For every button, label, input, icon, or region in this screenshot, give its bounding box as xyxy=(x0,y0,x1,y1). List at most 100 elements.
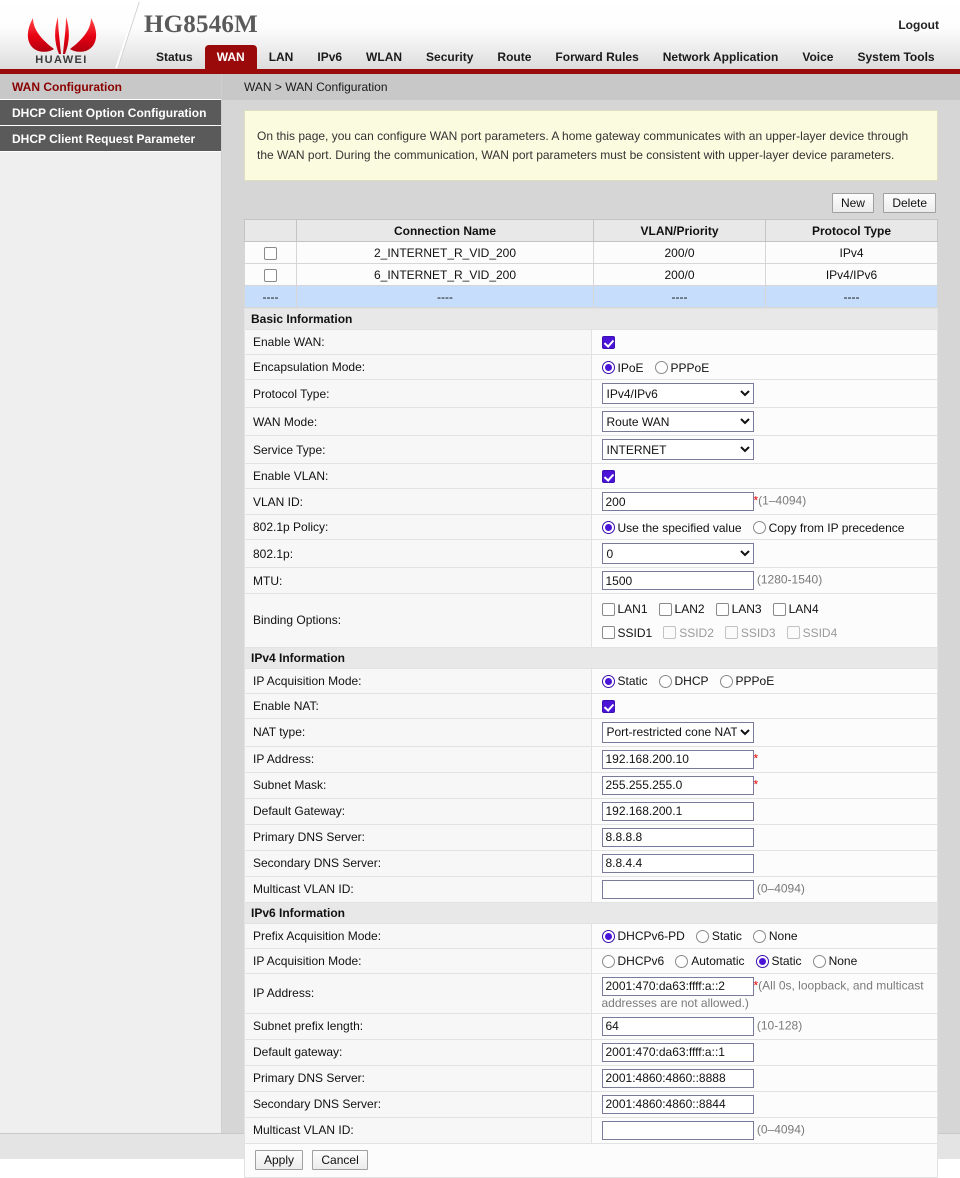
ipv4-acquisition-mode-option-pppoe[interactable]: PPPoE xyxy=(719,673,774,688)
enable-nat-checkbox[interactable] xyxy=(601,699,615,713)
ipv6-acquisition-mode-option-automatic[interactable]: Automatic xyxy=(675,953,745,968)
row-ipv4-primary-dns: Primary DNS Server: xyxy=(244,823,938,851)
ipv6-acquisition-mode-option-static[interactable]: Static xyxy=(755,953,802,969)
row-placeholder-cell[interactable]: ---- xyxy=(244,285,297,309)
ipv6-acquisition-mode-radio[interactable] xyxy=(812,954,826,968)
subnet-mask-input[interactable] xyxy=(601,775,754,795)
encapsulation-mode-option-ipoe[interactable]: IPoE xyxy=(601,360,644,375)
encapsulation-mode-radio[interactable] xyxy=(601,361,615,375)
cancel-button[interactable]: Cancel xyxy=(312,1149,368,1170)
ipv6-acquisition-mode-radio[interactable] xyxy=(755,954,769,968)
encapsulation-mode-radio[interactable] xyxy=(654,361,668,375)
wan-mode-select[interactable]: Route WANBridge WAN xyxy=(601,411,754,433)
ipv6-prefix-acquisition-mode-option-dhcpv6-pd[interactable]: DHCPv6-PD xyxy=(601,928,685,943)
protocol-type-select[interactable]: IPv4IPv6IPv4/IPv6 xyxy=(601,383,754,405)
nav-item-network-application[interactable]: Network Application xyxy=(651,45,791,69)
row-checkbox[interactable] xyxy=(264,246,277,260)
ipv4-secondary-dns-input[interactable] xyxy=(601,853,754,873)
encapsulation-mode-option-pppoe[interactable]: PPPoE xyxy=(654,360,709,375)
enable-vlan-checkbox[interactable] xyxy=(601,470,615,484)
binding-lan-lan2-checkbox[interactable] xyxy=(658,602,672,616)
row-dot1p-policy: 802.1p Policy: Use the specified value Co… xyxy=(244,514,938,541)
ipv4-acquisition-mode-radio[interactable] xyxy=(658,674,672,688)
ipv4-acquisition-mode-radio[interactable] xyxy=(719,674,733,688)
dot1p-policy-option-label: Use the specified value xyxy=(617,520,742,535)
ipv6-prefix-acquisition-mode-radio[interactable] xyxy=(695,929,709,943)
label-ipv4-address: IP Address: xyxy=(244,745,592,773)
ipv6-gateway-input[interactable] xyxy=(601,1042,754,1062)
dot1p-policy-option-copy-from-ip-precedence[interactable]: Copy from IP precedence xyxy=(752,520,904,535)
dot1p-select[interactable]: 01234567 xyxy=(601,543,754,565)
ipv6-address-input[interactable] xyxy=(601,976,754,996)
nav-item-forward-rules[interactable]: Forward Rules xyxy=(543,45,650,69)
sidebar-item-dhcp-client-request-parameter[interactable]: DHCP Client Request Parameter xyxy=(0,126,221,152)
ipv6-prefix-length-input[interactable] xyxy=(601,1016,754,1036)
ipv4-acquisition-mode-option-dhcp[interactable]: DHCP xyxy=(658,673,709,688)
table-row[interactable]: 2_INTERNET_R_VID_200 200/0 IPv4 xyxy=(244,241,938,265)
ipv6-acquisition-mode-option-none[interactable]: None xyxy=(812,953,857,968)
ipv4-address-input[interactable] xyxy=(601,749,754,769)
ipv6-primary-dns-input[interactable] xyxy=(601,1068,754,1088)
column-header-protocol-type: Protocol Type xyxy=(765,219,938,243)
ipv4-primary-dns-input[interactable] xyxy=(601,827,754,847)
service-type-select[interactable]: INTERNETTR069VOIPOTHER xyxy=(601,439,754,461)
sidebar-item-dhcp-client-option-configuration[interactable]: DHCP Client Option Configuration xyxy=(0,100,221,126)
ipv4-acquisition-mode-option-static[interactable]: Static xyxy=(601,673,648,688)
mtu-input[interactable] xyxy=(601,571,754,591)
binding-lan-lan1[interactable]: LAN1 xyxy=(601,598,648,621)
apply-button[interactable]: Apply xyxy=(255,1149,304,1170)
binding-ssid-ssid1-checkbox[interactable] xyxy=(601,626,615,640)
nav-item-security[interactable]: Security xyxy=(414,45,485,69)
binding-lan-lan2[interactable]: LAN2 xyxy=(658,598,705,621)
nav-item-route[interactable]: Route xyxy=(485,45,543,69)
value-ipv4-primary-dns xyxy=(590,823,938,851)
table-row[interactable]: ---- ---- ---- ---- xyxy=(244,285,938,309)
binding-lan-lan3-checkbox[interactable] xyxy=(715,602,729,616)
ipv6-acquisition-mode-option-label: Static xyxy=(771,954,802,969)
nav-item-system-tools[interactable]: System Tools xyxy=(845,45,946,69)
ipv6-prefix-acquisition-mode-radio[interactable] xyxy=(752,929,766,943)
nav-item-voice[interactable]: Voice xyxy=(790,45,845,69)
column-header-connection-name: Connection Name xyxy=(296,219,594,243)
ipv6-acquisition-mode-radio[interactable] xyxy=(675,954,689,968)
table-row[interactable]: 6_INTERNET_R_VID_200 200/0 IPv4/IPv6 xyxy=(244,263,938,287)
new-button[interactable]: New xyxy=(831,193,874,214)
nav-item-wan[interactable]: WAN xyxy=(204,45,257,69)
vlan-id-input[interactable] xyxy=(601,492,754,512)
logout-link[interactable]: Logout xyxy=(898,18,939,32)
row-select-cell[interactable] xyxy=(244,263,297,287)
binding-ssid-ssid3-label: SSID3 xyxy=(740,625,776,640)
nav-item-status[interactable]: Status xyxy=(144,45,205,69)
dot1p-policy-radio[interactable] xyxy=(601,521,615,535)
ipv6-acquisition-mode-radio[interactable] xyxy=(601,954,615,968)
binding-lan-lan1-checkbox[interactable] xyxy=(601,602,615,616)
column-header-select xyxy=(244,219,297,243)
ipv4-acquisition-mode-radio[interactable] xyxy=(601,674,615,688)
ipv6-prefix-acquisition-mode-radio[interactable] xyxy=(601,929,615,943)
ipv6-secondary-dns-input[interactable] xyxy=(601,1094,754,1114)
binding-lan-lan4-checkbox[interactable] xyxy=(772,602,786,616)
label-ipv6-prefix-acquisition-mode: Prefix Acquisition Mode: xyxy=(244,922,592,949)
row-select-cell[interactable] xyxy=(244,241,297,265)
ipv6-multicast-vlan-input[interactable] xyxy=(601,1120,754,1140)
ipv6-multicast-vlan-hint: (0–4094) xyxy=(756,1122,805,1137)
enable-wan-checkbox[interactable] xyxy=(601,336,615,350)
binding-ssid-ssid1[interactable]: SSID1 xyxy=(601,621,652,644)
nat-type-select[interactable]: Port-restricted cone NATFull cone NATSym… xyxy=(601,721,754,743)
ipv6-prefix-acquisition-mode-option-none[interactable]: None xyxy=(752,928,798,943)
nav-item-ipv6[interactable]: IPv6 xyxy=(305,45,354,69)
label-ipv4-secondary-dns: Secondary DNS Server: xyxy=(244,849,592,877)
ipv4-multicast-vlan-input[interactable] xyxy=(601,879,754,899)
ipv6-acquisition-mode-option-dhcpv6[interactable]: DHCPv6 xyxy=(601,953,664,968)
ipv6-prefix-acquisition-mode-option-static[interactable]: Static xyxy=(695,928,742,943)
dot1p-policy-option-use-the-specified-value[interactable]: Use the specified value xyxy=(601,520,742,535)
dot1p-policy-radio[interactable] xyxy=(752,521,766,535)
binding-lan-lan3[interactable]: LAN3 xyxy=(715,598,762,621)
nav-item-lan[interactable]: LAN xyxy=(257,45,306,69)
delete-button[interactable]: Delete xyxy=(883,193,936,214)
row-checkbox[interactable] xyxy=(264,268,277,282)
sidebar-item-wan-configuration[interactable]: WAN Configuration xyxy=(0,74,221,100)
ipv4-gateway-input[interactable] xyxy=(601,801,754,821)
binding-lan-lan4[interactable]: LAN4 xyxy=(772,598,819,621)
nav-item-wlan[interactable]: WLAN xyxy=(354,45,414,69)
